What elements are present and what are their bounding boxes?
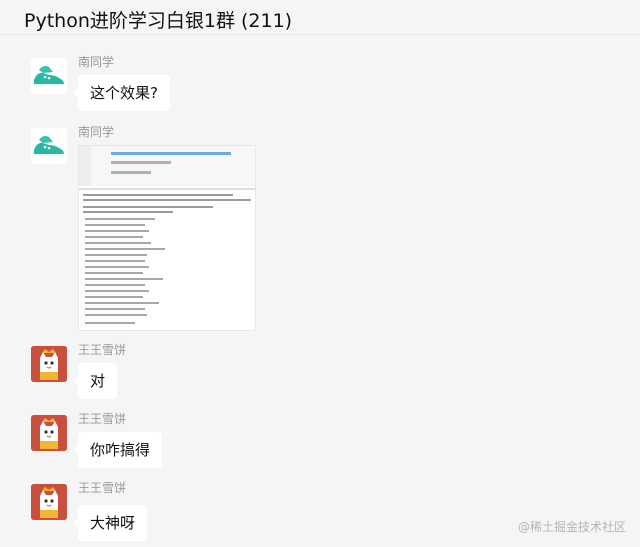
code-screenshot-image[interactable] [78,145,256,331]
avatar[interactable] [31,58,67,94]
avatar[interactable] [31,484,67,520]
message-bubble[interactable]: 你咋搞得 [72,432,163,468]
cat-avatar-icon [31,346,67,382]
sender-name: 南同学 [78,125,115,139]
message-bubble[interactable]: 对 [72,363,118,399]
sender-name: 王王雪饼 [78,412,127,426]
chat-title: Python进阶学习白银1群 (211) [24,10,293,32]
sneaker-avatar-icon [34,66,64,86]
sneaker-avatar-icon [34,136,64,156]
avatar[interactable] [31,415,67,451]
chat-header: Python进阶学习白银1群 (211) [0,0,640,35]
avatar[interactable] [31,346,67,382]
sender-name: 南同学 [78,55,115,69]
code-screenshot-graphic [79,146,255,324]
cat-avatar-icon [31,415,67,451]
message-bubble[interactable]: 这个效果? [73,75,170,111]
sender-name: 王王雪饼 [78,343,127,357]
sender-name: 王王雪饼 [78,481,127,495]
cat-avatar-icon [31,484,67,520]
avatar[interactable] [31,128,67,164]
watermark: @稀土掘金技术社区 [517,520,626,534]
message-bubble[interactable]: 大神呀 [72,505,148,541]
